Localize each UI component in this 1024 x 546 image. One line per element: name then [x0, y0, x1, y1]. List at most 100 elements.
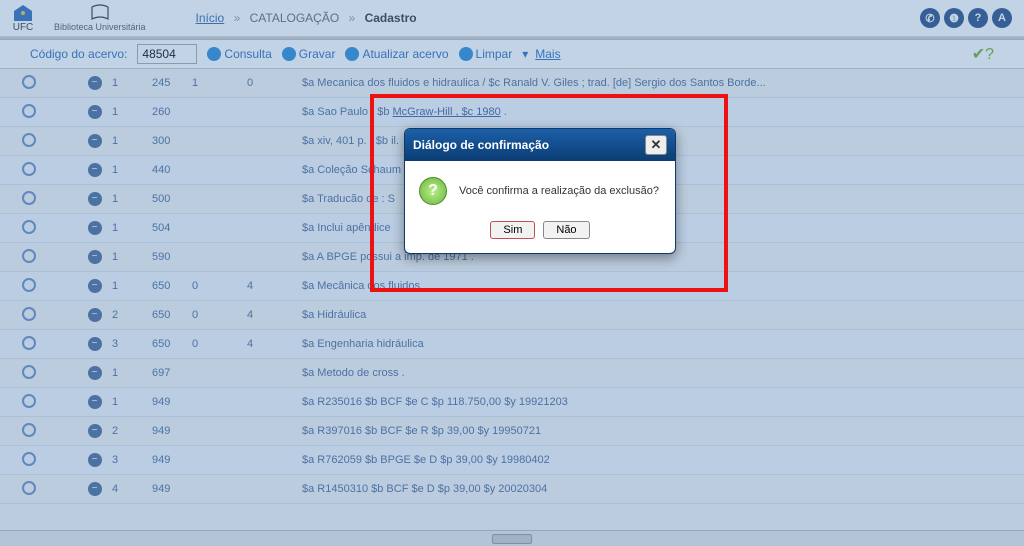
mais-button[interactable]: ▾Mais — [522, 47, 560, 61]
row-radio[interactable] — [22, 452, 36, 466]
row-radio[interactable] — [22, 220, 36, 234]
atualizar-button[interactable]: Atualizar acervo — [345, 47, 448, 61]
row-radio[interactable] — [22, 336, 36, 350]
col-seq: 1 — [112, 164, 152, 176]
refresh-icon — [345, 47, 359, 61]
table-row[interactable]: −365004$a Engenharia hidráulica — [0, 330, 1024, 359]
col-tag: 440 — [152, 164, 192, 176]
col-tag: 650 — [152, 280, 192, 292]
delete-icon[interactable]: − — [88, 134, 102, 148]
header-icons: ✆ ❶ ? A — [920, 8, 1012, 28]
table-row[interactable]: −165004$a Mecânica dos fluidos — [0, 272, 1024, 301]
save-icon — [282, 47, 296, 61]
delete-icon[interactable]: − — [88, 76, 102, 90]
row-radio[interactable] — [22, 307, 36, 321]
delete-icon[interactable]: − — [88, 250, 102, 264]
codigo-input[interactable] — [137, 44, 197, 64]
search-icon — [207, 47, 221, 61]
delete-icon[interactable]: − — [88, 337, 102, 351]
col-tag: 300 — [152, 135, 192, 147]
col-seq: 1 — [112, 396, 152, 408]
row-radio[interactable] — [22, 481, 36, 495]
user-icon[interactable]: A — [992, 8, 1012, 28]
col-desc: $a Mecânica dos fluidos — [302, 280, 1024, 292]
info-icon[interactable]: ❶ — [944, 8, 964, 28]
col-tag: 500 — [152, 193, 192, 205]
consulta-button[interactable]: Consulta — [207, 47, 271, 61]
col-tag: 949 — [152, 483, 192, 495]
col-seq: 1 — [112, 106, 152, 118]
delete-icon[interactable]: − — [88, 482, 102, 496]
nao-button[interactable]: Não — [543, 221, 589, 239]
row-radio[interactable] — [22, 104, 36, 118]
delete-icon[interactable]: − — [88, 395, 102, 409]
table-row[interactable]: −1949 $a R235016 $b BCF $e C $p 118.750,0… — [0, 388, 1024, 417]
app-header: UFC Biblioteca Universitária Início » CA… — [0, 0, 1024, 36]
col-seq: 2 — [112, 425, 152, 437]
scroll-thumb[interactable] — [492, 534, 532, 544]
col-desc: $a R397016 $b BCF $e R $p 39,00 $y 19950… — [302, 425, 1024, 437]
delete-icon[interactable]: − — [88, 366, 102, 380]
row-radio[interactable] — [22, 75, 36, 89]
delete-icon[interactable]: − — [88, 221, 102, 235]
delete-icon[interactable]: − — [88, 192, 102, 206]
limpar-button[interactable]: Limpar — [459, 47, 513, 61]
col-tag: 949 — [152, 425, 192, 437]
dialog-titlebar[interactable]: Diálogo de confirmação ✕ — [405, 129, 675, 161]
table-row[interactable]: −124510$a Mecanica dos fluidos e hidraul… — [0, 69, 1024, 98]
crumb-inicio[interactable]: Início — [196, 11, 225, 25]
delete-icon[interactable]: − — [88, 105, 102, 119]
codigo-label: Código do acervo: — [30, 47, 127, 61]
col-tag: 949 — [152, 396, 192, 408]
col-ind2: 0 — [247, 77, 302, 89]
help-icon[interactable]: ? — [968, 8, 988, 28]
delete-icon[interactable]: − — [88, 163, 102, 177]
breadcrumb: Início » CATALOGAÇÃO » Cadastro — [196, 11, 417, 25]
table-row[interactable]: −3949 $a R762059 $b BPGE $e D $p 39,00 $y… — [0, 446, 1024, 475]
col-seq: 3 — [112, 454, 152, 466]
ufc-label: UFC — [13, 22, 34, 33]
col-desc: $a R762059 $b BPGE $e D $p 39,00 $y 1998… — [302, 454, 1024, 466]
gravar-button[interactable]: Gravar — [282, 47, 336, 61]
toolbar: Código do acervo: Consulta Gravar Atuali… — [0, 40, 1024, 69]
row-radio[interactable] — [22, 278, 36, 292]
question-icon: ? — [419, 177, 447, 205]
table-row[interactable]: −1697$a Metodo de cross . — [0, 359, 1024, 388]
col-ind2: 4 — [247, 309, 302, 321]
row-radio[interactable] — [22, 162, 36, 176]
table-row[interactable]: −265004$a Hidráulica — [0, 301, 1024, 330]
delete-icon[interactable]: − — [88, 424, 102, 438]
col-ind2: 4 — [247, 280, 302, 292]
col-seq: 1 — [112, 77, 152, 89]
globe-icon[interactable]: ✆ — [920, 8, 940, 28]
row-radio[interactable] — [22, 191, 36, 205]
col-seq: 3 — [112, 338, 152, 350]
row-radio[interactable] — [22, 249, 36, 263]
crumb-catalogacao[interactable]: CATALOGAÇÃO — [250, 11, 340, 25]
col-seq: 1 — [112, 251, 152, 263]
ufc-logo: UFC — [12, 4, 34, 33]
row-radio[interactable] — [22, 133, 36, 147]
sim-button[interactable]: Sim — [490, 221, 535, 239]
row-radio[interactable] — [22, 394, 36, 408]
crumb-sep: » — [349, 11, 356, 25]
col-tag: 949 — [152, 454, 192, 466]
col-tag: 650 — [152, 309, 192, 321]
col-seq: 1 — [112, 135, 152, 147]
col-desc: $a Sao Paulo : $b McGraw-Hill , $c 1980 … — [302, 106, 1024, 118]
col-seq: 1 — [112, 193, 152, 205]
delete-icon[interactable]: − — [88, 453, 102, 467]
delete-icon[interactable]: − — [88, 279, 102, 293]
col-tag: 245 — [152, 77, 192, 89]
col-ind1: 0 — [192, 338, 247, 350]
table-row[interactable]: −4949$a R1450310 $b BCF $e D $p 39,00 $y… — [0, 475, 1024, 504]
col-desc: $a R235016 $b BCF $e C $p 118.750,00 $y … — [302, 396, 1024, 408]
delete-icon[interactable]: − — [88, 308, 102, 322]
close-icon[interactable]: ✕ — [645, 135, 667, 155]
row-radio[interactable] — [22, 423, 36, 437]
row-radio[interactable] — [22, 365, 36, 379]
table-row[interactable]: −1260$a Sao Paulo : $b McGraw-Hill , $c … — [0, 98, 1024, 127]
horizontal-scrollbar[interactable] — [0, 530, 1024, 546]
table-row[interactable]: −2949 $a R397016 $b BCF $e R $p 39,00 $y … — [0, 417, 1024, 446]
col-ind1: 1 — [192, 77, 247, 89]
